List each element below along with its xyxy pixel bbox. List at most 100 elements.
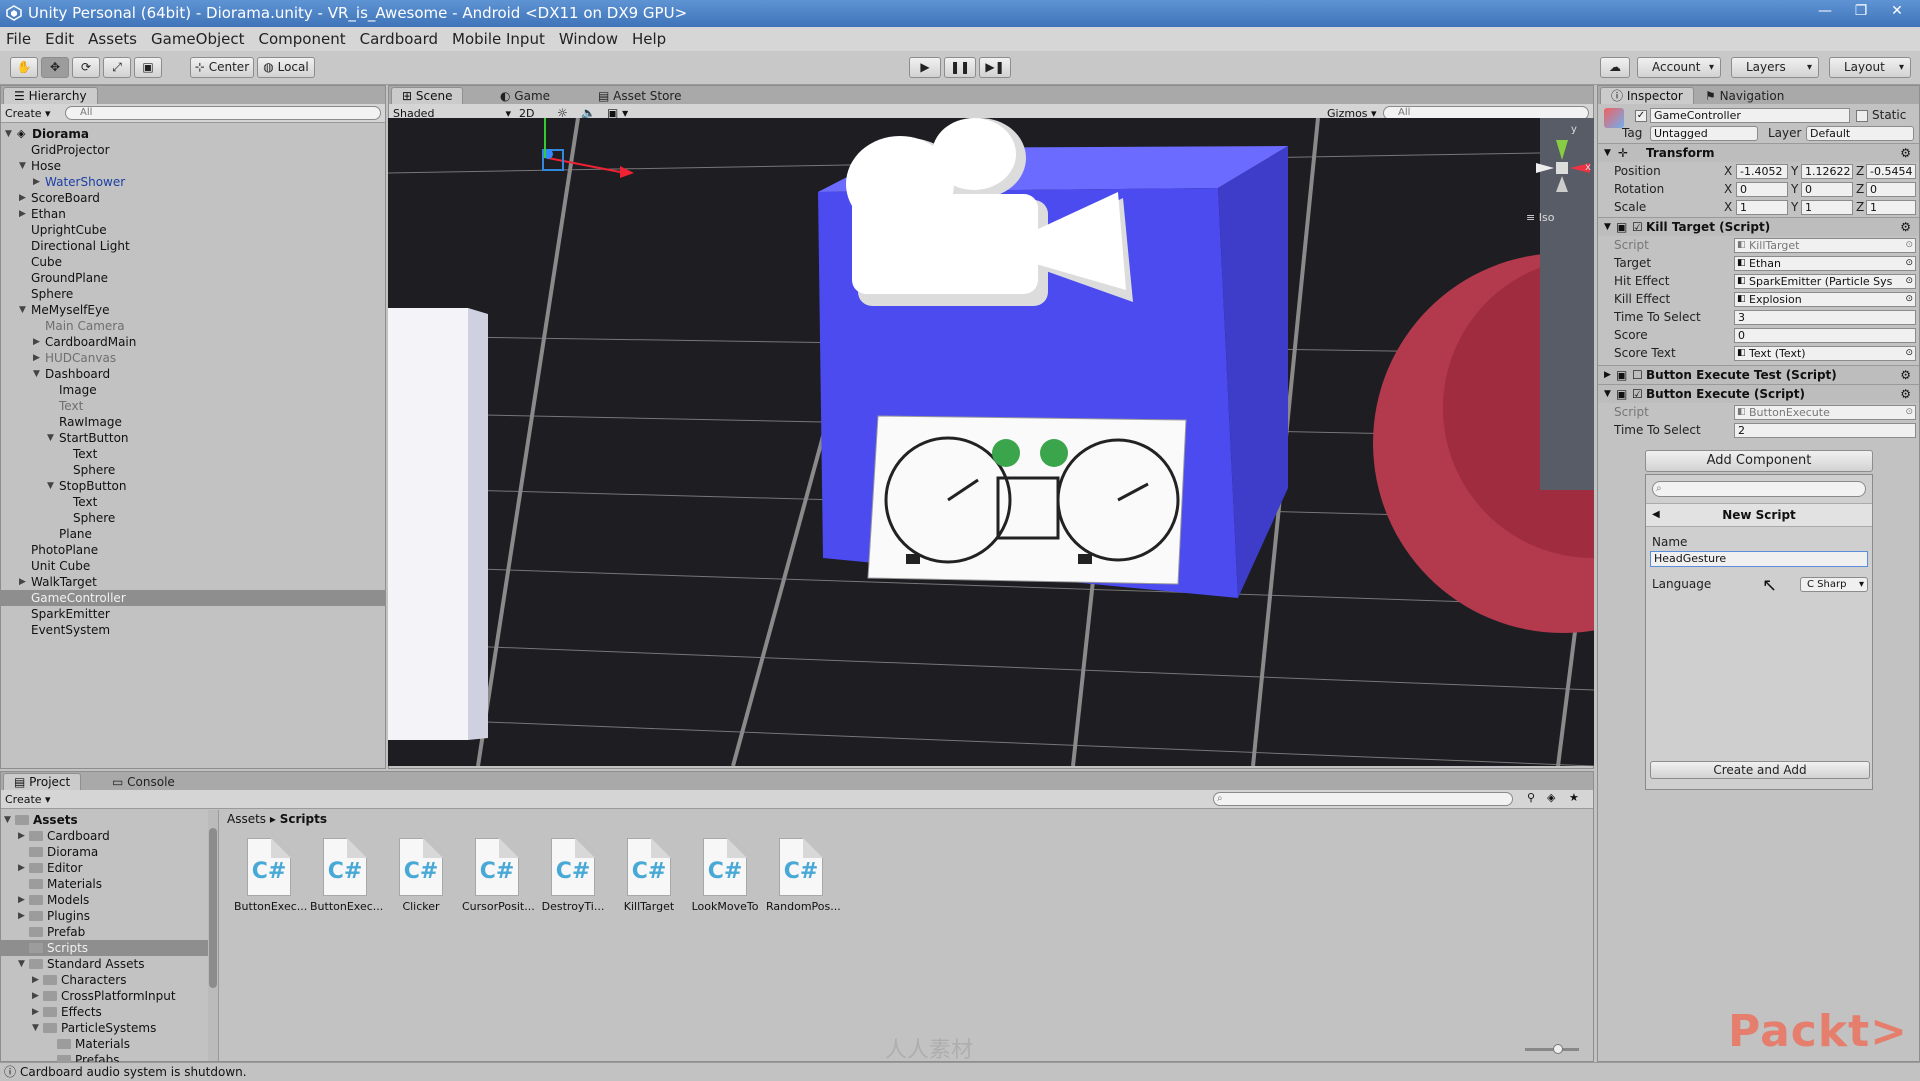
language-dropdown[interactable]: C Sharp ▾ bbox=[1800, 577, 1868, 592]
hierarchy-item[interactable]: ▼ StopButton bbox=[1, 478, 385, 494]
layout-dropdown[interactable]: Layout bbox=[1829, 57, 1911, 78]
menu-file[interactable]: File bbox=[6, 30, 31, 48]
filter-by-label-icon[interactable]: ◈ bbox=[1547, 791, 1555, 804]
add-component-button[interactable]: Add Component bbox=[1645, 450, 1873, 472]
tab-console[interactable]: ▭ Console bbox=[101, 773, 186, 790]
object-picker-icon[interactable]: ⊙ bbox=[1905, 239, 1913, 252]
scale-tool-icon[interactable]: ⤢ bbox=[103, 57, 131, 78]
tag-dropdown[interactable]: Untagged bbox=[1650, 126, 1758, 141]
tab-asset-store[interactable]: ▤ Asset Store bbox=[587, 87, 693, 104]
hierarchy-item[interactable]: ▼ Dashboard bbox=[1, 366, 385, 382]
hierarchy-item[interactable]: Sphere bbox=[1, 286, 385, 302]
minimize-button[interactable]: — bbox=[1808, 0, 1842, 22]
collapsed-arrow-icon[interactable]: ▶ bbox=[19, 574, 26, 590]
transform-header[interactable]: ▼ ✛ Transform ⚙ bbox=[1598, 143, 1919, 162]
script-asset-item[interactable]: C# DestroyTi... bbox=[538, 838, 608, 913]
hierarchy-item[interactable]: Unit Cube bbox=[1, 558, 385, 574]
expand-arrow-icon[interactable]: ▼ bbox=[19, 158, 26, 174]
property-field[interactable]: 0 bbox=[1734, 328, 1916, 343]
hierarchy-create-dropdown[interactable]: Create ▾ bbox=[5, 105, 51, 122]
breadcrumb-assets[interactable]: Assets bbox=[227, 812, 266, 826]
hierarchy-item[interactable]: Main Camera bbox=[1, 318, 385, 334]
collapsed-arrow-icon[interactable]: ▶ bbox=[33, 174, 40, 190]
step-button[interactable]: ▶❚ bbox=[979, 57, 1011, 78]
pivot-center-button[interactable]: ⊹ Center bbox=[190, 57, 254, 78]
hierarchy-item[interactable]: Sphere bbox=[1, 510, 385, 526]
menu-help[interactable]: Help bbox=[632, 30, 666, 48]
hierarchy-item[interactable]: Text bbox=[1, 398, 385, 414]
script-asset-item[interactable]: C# Clicker bbox=[386, 838, 456, 913]
transform-x-field[interactable]: 0 bbox=[1736, 182, 1788, 197]
hierarchy-item[interactable]: Directional Light bbox=[1, 238, 385, 254]
hierarchy-item[interactable]: EventSystem bbox=[1, 622, 385, 638]
folder-tree-item[interactable]: ▶ CrossPlatformInput bbox=[1, 988, 208, 1004]
component-enabled-checkbox[interactable]: ☐ bbox=[1632, 366, 1643, 384]
tab-inspector[interactable]: ⓘ Inspector bbox=[1600, 87, 1694, 104]
pivot-local-button[interactable]: ◍ Local bbox=[257, 57, 315, 78]
script-asset-item[interactable]: C# KillTarget bbox=[614, 838, 684, 913]
settings-gear-icon[interactable]: ⚙ bbox=[1900, 144, 1911, 162]
hierarchy-item[interactable]: RawImage bbox=[1, 414, 385, 430]
folder-tree-item[interactable]: Diorama bbox=[1, 844, 208, 860]
expand-arrow-icon[interactable]: ▼ bbox=[19, 302, 26, 318]
script-asset-item[interactable]: C# ButtonExec... bbox=[310, 838, 383, 913]
folder-tree-item[interactable]: Materials bbox=[1, 876, 208, 892]
hierarchy-item[interactable]: ▶ HUDCanvas bbox=[1, 350, 385, 366]
object-picker-icon[interactable]: ⊙ bbox=[1905, 347, 1913, 360]
layers-dropdown[interactable]: Layers bbox=[1731, 57, 1819, 78]
button-execute-test-header[interactable]: ▶ ▣ ☐ Button Execute Test (Script) ⚙ bbox=[1598, 365, 1919, 384]
scene-viewport[interactable]: y x ≡ Iso bbox=[388, 118, 1594, 766]
hierarchy-item[interactable]: GameController bbox=[1, 590, 385, 606]
collapsed-arrow-icon[interactable]: ▶ bbox=[19, 190, 26, 206]
rotate-tool-icon[interactable]: ⟳ bbox=[72, 57, 100, 78]
menu-window[interactable]: Window bbox=[559, 30, 618, 48]
tab-project[interactable]: ▤ Project bbox=[3, 773, 82, 790]
project-create-dropdown[interactable]: Create ▾ bbox=[5, 791, 51, 808]
expand-arrow-icon[interactable]: ▼ bbox=[47, 478, 54, 494]
scene-root-row[interactable]: ▼ ◈ Diorama bbox=[1, 126, 385, 142]
close-button[interactable]: ✕ bbox=[1880, 0, 1914, 22]
play-button[interactable]: ▶ bbox=[909, 57, 941, 78]
hierarchy-item[interactable]: PhotoPlane bbox=[1, 542, 385, 558]
property-field[interactable]: 2 bbox=[1734, 423, 1916, 438]
projection-mode[interactable]: ≡ Iso bbox=[1526, 211, 1554, 224]
expand-arrow-icon[interactable]: ▼ bbox=[32, 1020, 39, 1036]
object-picker-icon[interactable]: ⊙ bbox=[1905, 406, 1913, 419]
hierarchy-item[interactable]: ▼ StartButton bbox=[1, 430, 385, 446]
menu-assets[interactable]: Assets bbox=[88, 30, 137, 48]
folder-tree-item[interactable]: Materials bbox=[1, 1036, 208, 1052]
folder-tree-item[interactable]: ▶ Plugins bbox=[1, 908, 208, 924]
collapsed-arrow-icon[interactable]: ▶ bbox=[18, 892, 25, 908]
hierarchy-item[interactable]: GridProjector bbox=[1, 142, 385, 158]
settings-gear-icon[interactable]: ⚙ bbox=[1900, 218, 1911, 236]
hierarchy-search-input[interactable]: All bbox=[65, 106, 381, 120]
object-picker-icon[interactable]: ⊙ bbox=[1905, 293, 1913, 306]
collapsed-arrow-icon[interactable]: ▶ bbox=[32, 972, 39, 988]
hierarchy-item[interactable]: SparkEmitter bbox=[1, 606, 385, 622]
folder-tree-item[interactable]: Prefab bbox=[1, 924, 208, 940]
expand-arrow-icon[interactable]: ▼ bbox=[33, 366, 40, 382]
cloud-icon[interactable]: ☁ bbox=[1600, 57, 1630, 78]
script-asset-item[interactable]: C# LookMoveTo bbox=[690, 838, 760, 913]
folder-tree-item[interactable]: ▼ ParticleSystems bbox=[1, 1020, 208, 1036]
hierarchy-item[interactable]: ▶ WaterShower bbox=[1, 174, 385, 190]
tab-hierarchy[interactable]: ☰ Hierarchy bbox=[3, 87, 98, 104]
hierarchy-item[interactable]: ▼ Hose bbox=[1, 158, 385, 174]
collapsed-arrow-icon[interactable]: ▶ bbox=[18, 860, 25, 876]
folder-tree-item[interactable]: ▶ Editor bbox=[1, 860, 208, 876]
tree-scrollbar-thumb[interactable] bbox=[209, 828, 217, 988]
transform-z-field[interactable]: 0 bbox=[1866, 182, 1916, 197]
folder-tree-item[interactable]: ▶ Effects bbox=[1, 1004, 208, 1020]
component-search-input[interactable]: ⌕ bbox=[1652, 481, 1866, 497]
menu-cardboard[interactable]: Cardboard bbox=[360, 30, 438, 48]
hierarchy-item[interactable]: Image bbox=[1, 382, 385, 398]
pause-button[interactable]: ❚❚ bbox=[944, 57, 976, 78]
object-name-field[interactable]: GameController bbox=[1650, 108, 1850, 123]
settings-gear-icon[interactable]: ⚙ bbox=[1900, 385, 1911, 403]
hierarchy-item[interactable]: ▶ WalkTarget bbox=[1, 574, 385, 590]
hierarchy-item[interactable]: ▼ MeMyselfEye bbox=[1, 302, 385, 318]
hierarchy-item[interactable]: GroundPlane bbox=[1, 270, 385, 286]
static-checkbox[interactable] bbox=[1856, 110, 1868, 122]
folder-tree-item[interactable]: ▶ Models bbox=[1, 892, 208, 908]
tab-scene[interactable]: ⊞ Scene bbox=[391, 87, 464, 104]
